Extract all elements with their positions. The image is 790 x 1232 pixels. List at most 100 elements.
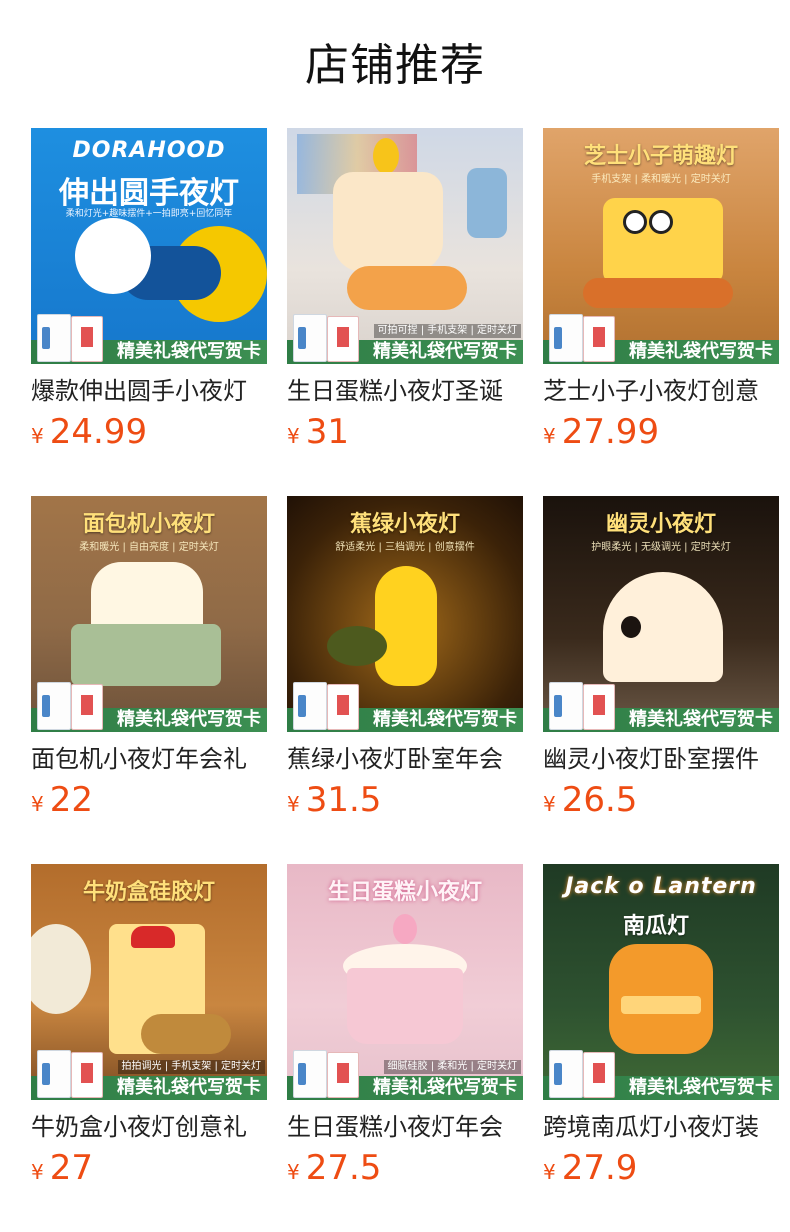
cheese-eye-left <box>623 210 647 234</box>
gift-bag-icon <box>37 682 71 730</box>
gift-banner-text: 精美礼袋代写贺卡 <box>629 709 773 730</box>
toaster-image <box>71 624 221 686</box>
product-name[interactable]: 生日蛋糕小夜灯年会 <box>287 1112 523 1142</box>
cake-body-image <box>347 968 463 1044</box>
gift-card-icon <box>327 684 359 730</box>
price-value: 31.5 <box>305 780 382 820</box>
red-cap-image <box>131 926 175 948</box>
thumb-subtitle: 柔和暖光 | 自由亮度 | 定时关灯 <box>79 542 219 553</box>
product-price: ¥27.9 <box>543 1148 779 1188</box>
product-name[interactable]: 牛奶盒小夜灯创意礼 <box>31 1112 267 1142</box>
product-name[interactable]: 跨境南瓜灯小夜灯装 <box>543 1112 779 1142</box>
cake-topper-image <box>393 914 417 944</box>
currency-symbol: ¥ <box>543 424 556 448</box>
thumb-title: 生日蛋糕小夜灯 <box>327 880 482 905</box>
product-card[interactable]: 蕉绿小夜灯 舒适柔光 | 三档调光 | 创意摆件 精美礼袋代写贺卡 蕉绿小夜灯卧… <box>287 496 523 826</box>
product-price: ¥24.99 <box>31 412 267 452</box>
product-name[interactable]: 蕉绿小夜灯卧室年会 <box>287 744 523 774</box>
product-price: ¥27.5 <box>287 1148 523 1188</box>
product-grid: DORAHOOD 伸出圆手夜灯 柔和灯光+趣味摆件+一拍即亮+回忆同年 精美礼袋… <box>31 128 779 1194</box>
product-thumbnail[interactable]: 幽灵小夜灯 护眼柔光 | 无级调光 | 定时关灯 精美礼袋代写贺卡 <box>543 496 779 732</box>
price-value: 31 <box>305 412 349 452</box>
product-thumbnail[interactable]: 生日蛋糕小夜灯 细腻硅胶 | 柔和光 | 定时关灯 精美礼袋代写贺卡 <box>287 864 523 1100</box>
product-thumbnail[interactable]: 牛奶盒硅胶灯 拍拍调光 | 手机支架 | 定时关灯 精美礼袋代写贺卡 <box>31 864 267 1100</box>
product-card[interactable]: Jack o Lantern 南瓜灯 精美礼袋代写贺卡 跨境南瓜灯小夜灯装 ¥2… <box>543 864 779 1194</box>
product-thumbnail[interactable]: DORAHOOD 伸出圆手夜灯 柔和灯光+趣味摆件+一拍即亮+回忆同年 精美礼袋… <box>31 128 267 364</box>
banana-lamp-image <box>375 566 437 686</box>
gift-banner-text: 精美礼袋代写贺卡 <box>629 1077 773 1098</box>
gift-card-icon <box>583 316 615 362</box>
product-name[interactable]: 幽灵小夜灯卧室摆件 <box>543 744 779 774</box>
thumb-title: 面包机小夜灯 <box>82 512 215 537</box>
product-price: ¥26.5 <box>543 780 779 820</box>
thumb-subtitle: 护眼柔光 | 无级调光 | 定时关灯 <box>591 542 731 553</box>
product-name[interactable]: 生日蛋糕小夜灯圣诞 <box>287 376 523 406</box>
price-value: 24.99 <box>49 412 148 452</box>
cheese-legs-image <box>583 278 733 308</box>
product-card[interactable]: 幽灵小夜灯 护眼柔光 | 无级调光 | 定时关灯 精美礼袋代写贺卡 幽灵小夜灯卧… <box>543 496 779 826</box>
feature-caption: 细腻硅胶 | 柔和光 | 定时关灯 <box>383 1060 521 1074</box>
banana-leaf-image <box>327 626 387 666</box>
price-value: 22 <box>49 780 93 820</box>
gift-bag-icon <box>37 1050 71 1098</box>
gift-bag-icon <box>549 1050 583 1098</box>
gift-bag-icon <box>37 314 71 362</box>
gift-bag-icon <box>549 314 583 362</box>
thumb-title: 牛奶盒硅胶灯 <box>82 880 215 905</box>
brand-logo: DORAHOOD <box>72 138 226 163</box>
thumb-subtitle: 柔和灯光+趣味摆件+一拍即亮+回忆同年 <box>65 209 233 219</box>
cake-feet-image <box>347 266 467 310</box>
brand-logo: Jack o Lantern <box>565 874 757 899</box>
gift-card-icon <box>583 1052 615 1098</box>
gift-card-icon <box>583 684 615 730</box>
gift-card-icon <box>71 1052 103 1098</box>
currency-symbol: ¥ <box>31 1160 44 1184</box>
gift-banner-text: 精美礼袋代写贺卡 <box>117 341 261 362</box>
thumb-title: 幽灵小夜灯 <box>605 512 716 537</box>
price-value: 27.9 <box>561 1148 638 1188</box>
gift-card-icon <box>327 1052 359 1098</box>
thumb-title: 芝士小子萌趣灯 <box>583 144 738 169</box>
product-card[interactable]: 面包机小夜灯 柔和暖光 | 自由亮度 | 定时关灯 精美礼袋代写贺卡 面包机小夜… <box>31 496 267 826</box>
lamp-globe-image <box>75 218 151 294</box>
product-price: ¥27 <box>31 1148 267 1188</box>
gift-banner-text: 精美礼袋代写贺卡 <box>373 341 517 362</box>
feature-caption: 拍拍调光 | 手机支架 | 定时关灯 <box>117 1060 265 1074</box>
product-price: ¥31.5 <box>287 780 523 820</box>
product-name[interactable]: 爆款伸出圆手小夜灯 <box>31 376 267 406</box>
gift-card-icon <box>71 684 103 730</box>
product-thumbnail[interactable]: 蕉绿小夜灯 舒适柔光 | 三档调光 | 创意摆件 精美礼袋代写贺卡 <box>287 496 523 732</box>
product-card[interactable]: 芝士小子萌趣灯 手机支架 | 柔和暖光 | 定时关灯 精美礼袋代写贺卡 芝士小子… <box>543 128 779 458</box>
gift-bag-icon <box>293 682 327 730</box>
thumb-subtitle: 舒适柔光 | 三档调光 | 创意摆件 <box>335 542 475 553</box>
currency-symbol: ¥ <box>287 424 300 448</box>
thumb-subtitle: 手机支架 | 柔和暖光 | 定时关灯 <box>591 174 731 185</box>
currency-symbol: ¥ <box>543 1160 556 1184</box>
product-name[interactable]: 面包机小夜灯年会礼 <box>31 744 267 774</box>
product-thumbnail[interactable]: 面包机小夜灯 柔和暖光 | 自由亮度 | 定时关灯 精美礼袋代写贺卡 <box>31 496 267 732</box>
currency-symbol: ¥ <box>543 792 556 816</box>
section-title: 店铺推荐 <box>305 40 485 91</box>
price-value: 26.5 <box>561 780 638 820</box>
currency-symbol: ¥ <box>31 792 44 816</box>
gift-bag-icon <box>293 314 327 362</box>
price-value: 27 <box>49 1148 93 1188</box>
product-card[interactable]: DORAHOOD 伸出圆手夜灯 柔和灯光+趣味摆件+一拍即亮+回忆同年 精美礼袋… <box>31 128 267 458</box>
gift-bag-icon <box>549 682 583 730</box>
gift-bag-icon <box>293 1050 327 1098</box>
product-card[interactable]: 牛奶盒硅胶灯 拍拍调光 | 手机支架 | 定时关灯 精美礼袋代写贺卡 牛奶盒小夜… <box>31 864 267 1194</box>
gift-card-icon <box>327 316 359 362</box>
product-thumbnail[interactable]: Jack o Lantern 南瓜灯 精美礼袋代写贺卡 <box>543 864 779 1100</box>
thumb-title: 蕉绿小夜灯 <box>349 512 460 537</box>
product-name[interactable]: 芝士小子小夜灯创意 <box>543 376 779 406</box>
product-card[interactable]: 可拍可捏 | 手机支架 | 定时关灯 精美礼袋代写贺卡 生日蛋糕小夜灯圣诞 ¥3… <box>287 128 523 458</box>
gift-banner-text: 精美礼袋代写贺卡 <box>373 1077 517 1098</box>
product-price: ¥27.99 <box>543 412 779 452</box>
price-value: 27.5 <box>305 1148 382 1188</box>
thumb-title: 南瓜灯 <box>623 914 690 939</box>
candle-flame-image <box>373 138 399 174</box>
product-thumbnail[interactable]: 可拍可捏 | 手机支架 | 定时关灯 精美礼袋代写贺卡 <box>287 128 523 364</box>
product-card[interactable]: 生日蛋糕小夜灯 细腻硅胶 | 柔和光 | 定时关灯 精美礼袋代写贺卡 生日蛋糕小… <box>287 864 523 1194</box>
gift-card-icon <box>71 316 103 362</box>
product-thumbnail[interactable]: 芝士小子萌趣灯 手机支架 | 柔和暖光 | 定时关灯 精美礼袋代写贺卡 <box>543 128 779 364</box>
